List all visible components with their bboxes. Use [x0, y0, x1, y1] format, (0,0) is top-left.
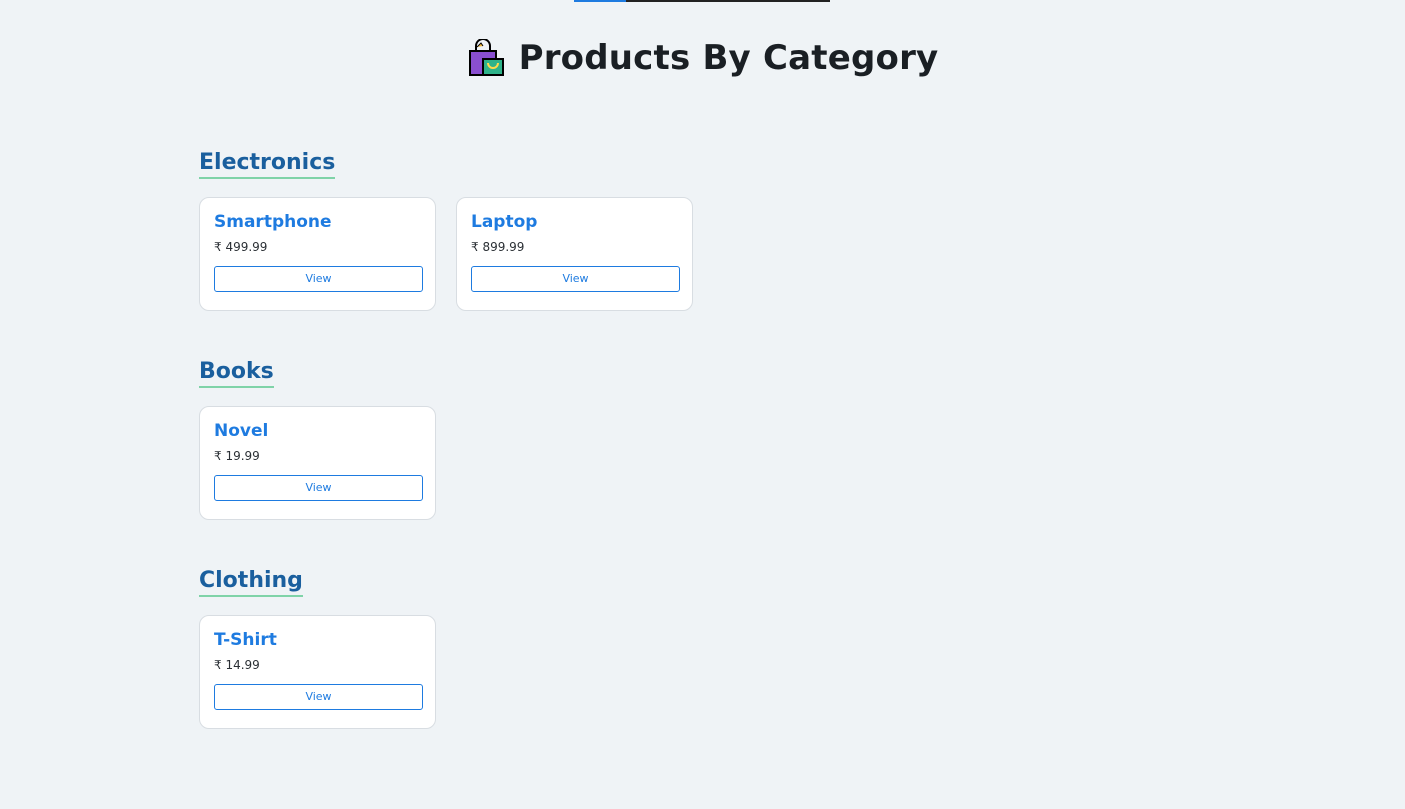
product-price: ₹ 499.99 — [214, 240, 268, 254]
view-button[interactable]: View — [471, 266, 680, 292]
shopping-bags-icon — [467, 38, 505, 77]
page-title: Products By Category — [518, 38, 939, 78]
category-title: Clothing — [199, 568, 303, 597]
product-price: ₹ 19.99 — [214, 449, 260, 463]
product-row: T-Shirt ₹ 14.99 View — [199, 615, 1199, 729]
view-button[interactable]: View — [214, 475, 423, 501]
category-title: Electronics — [199, 150, 336, 179]
product-card: Novel ₹ 19.99 View — [199, 406, 436, 520]
page-header: Products By Category — [0, 38, 1405, 86]
product-card: T-Shirt ₹ 14.99 View — [199, 615, 436, 729]
product-card: Laptop ₹ 899.99 View — [456, 197, 693, 311]
category-list: Electronics Smartphone ₹ 499.99 View Lap… — [199, 150, 1199, 777]
category-section-books: Books Novel ₹ 19.99 View — [199, 359, 1199, 520]
product-name: Laptop — [471, 212, 538, 232]
product-name: Novel — [214, 421, 269, 441]
product-row: Novel ₹ 19.99 View — [199, 406, 1199, 520]
product-name: T-Shirt — [214, 630, 277, 650]
product-price: ₹ 899.99 — [471, 240, 525, 254]
product-price: ₹ 14.99 — [214, 658, 260, 672]
product-row: Smartphone ₹ 499.99 View Laptop ₹ 899.99… — [199, 197, 1199, 311]
product-name: Smartphone — [214, 212, 332, 232]
category-section-electronics: Electronics Smartphone ₹ 499.99 View Lap… — [199, 150, 1199, 311]
category-section-clothing: Clothing T-Shirt ₹ 14.99 View — [199, 568, 1199, 729]
product-card: Smartphone ₹ 499.99 View — [199, 197, 436, 311]
top-nav-active-indicator — [574, 0, 626, 2]
top-nav-bar — [574, 0, 830, 2]
view-button[interactable]: View — [214, 266, 423, 292]
view-button[interactable]: View — [214, 684, 423, 710]
category-title: Books — [199, 359, 274, 388]
